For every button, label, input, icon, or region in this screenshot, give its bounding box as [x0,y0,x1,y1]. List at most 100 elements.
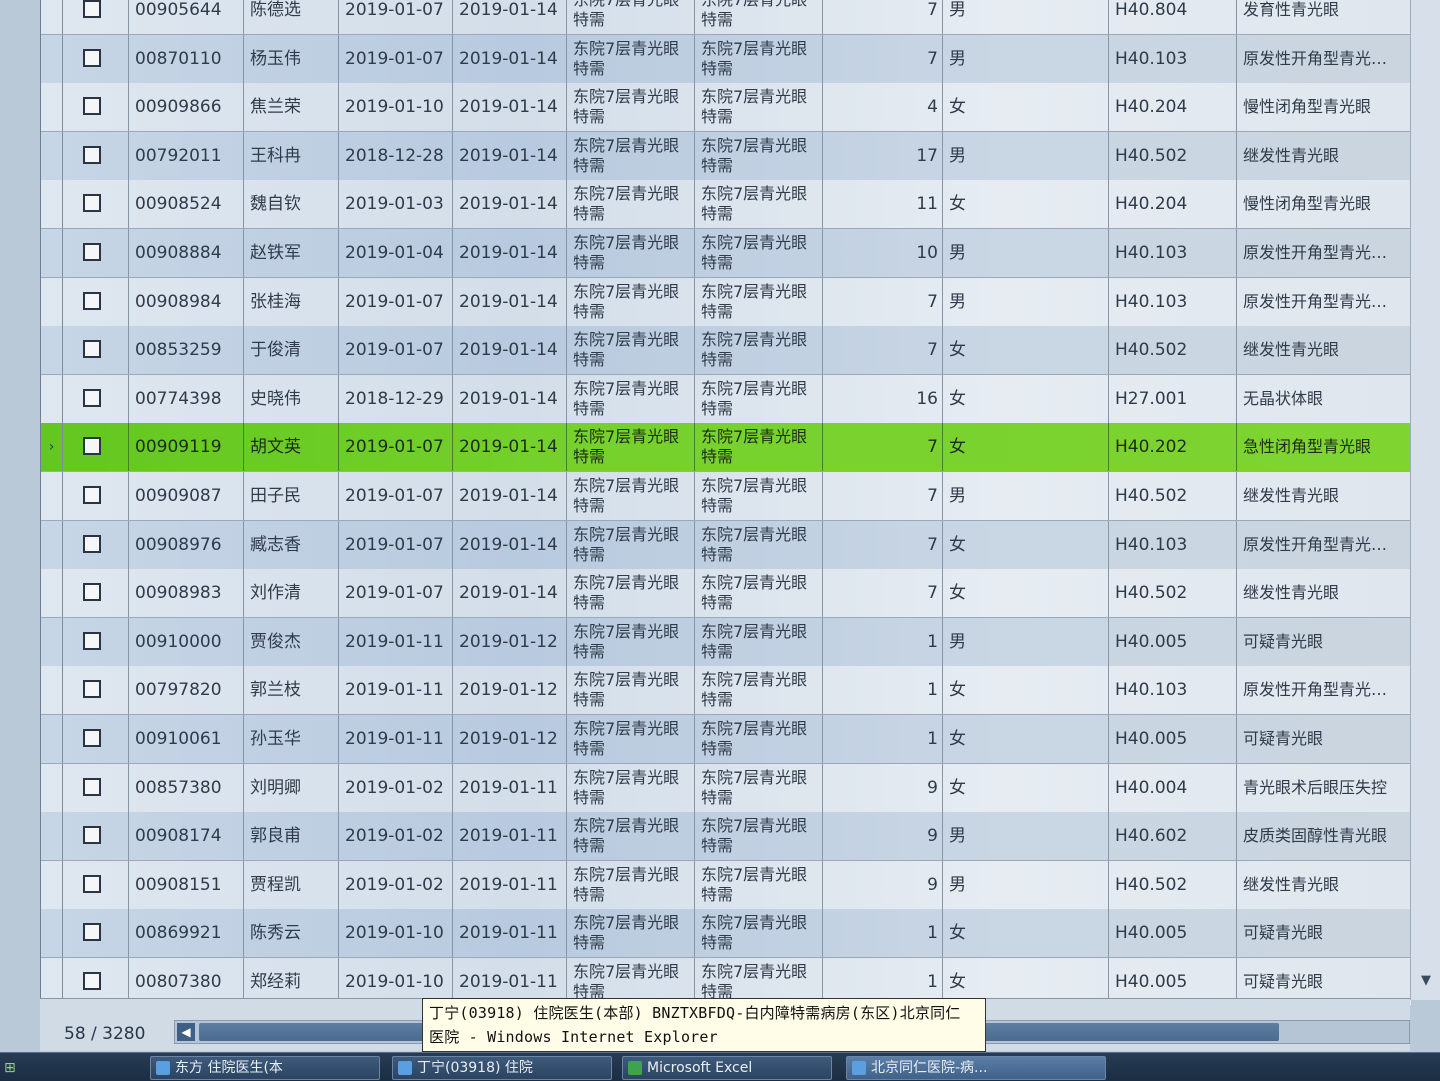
row-checkbox[interactable] [83,340,101,359]
row-selector[interactable] [41,520,63,569]
ward-admit-cell: 东院7层青光眼特需 [567,229,695,277]
table-row[interactable]: 00774398 史晓伟 2018-12-29 2019-01-14 东院7层青光眼 特需… [41,374,1411,424]
table-row[interactable]: 00853259 于俊清 2019-01-07 2019-01-14 东院7层青光眼 特需… [41,326,1411,376]
discharge-date-cell: 2019-01-12 [453,715,567,763]
admit-date-cell: 2019-01-07 [339,34,453,83]
row-checkbox[interactable] [83,680,101,699]
table-row[interactable]: 00908174 郭良甫 2019-01-02 2019-01-11 东院7层青光眼 特需… [41,812,1411,862]
table-row[interactable]: 00908151 贾程凯 2019-01-02 2019-01-11 东院7层青光眼 特需… [41,860,1411,910]
sex-cell: 女 [943,520,1109,569]
start-button[interactable]: ⊞ [4,1056,94,1080]
discharge-date-cell: 2019-01-14 [453,569,567,618]
row-selector[interactable] [41,763,63,812]
stay-days-cell: 9 [823,812,943,861]
taskbar-item-1[interactable]: 丁宁(03918) 住院 [392,1056,612,1080]
ward-admit-cell: 东院7层青光眼特需 [567,423,695,472]
row-selector[interactable] [41,569,63,618]
row-checkbox[interactable] [83,0,101,18]
taskbar-item-0[interactable]: 东方 住院医生(本 [150,1056,380,1080]
diagnosis-code-cell: H40.004 [1109,763,1237,812]
row-checkbox[interactable] [83,48,101,67]
table-row[interactable]: 00909866 焦兰荣 2019-01-10 2019-01-14 东院7层青光眼 特需… [41,83,1411,133]
row-checkbox[interactable] [83,97,101,116]
row-checkbox[interactable] [83,388,101,407]
row-selector[interactable] [41,326,63,375]
table-row[interactable]: 00905644陈德选2019-01-072019-01-14东院7层青光眼特需… [41,0,1411,35]
table-row[interactable]: 00908976 臧志香 2019-01-07 2019-01-14 东院7层青光眼 特需… [41,520,1411,570]
row-checkbox[interactable] [83,486,101,504]
row-selector[interactable] [41,909,63,958]
stay-days-cell: 7 [823,326,943,375]
stay-days-cell: 7 [823,569,943,618]
ward-discharge-cell: 东院7层青光眼特需 [695,423,823,472]
ward-discharge-cell: 东院7层青光眼特需 [695,569,823,618]
row-checkbox[interactable] [83,923,101,942]
ward-discharge-cell: 东院7层青光眼特需 [695,34,823,83]
table-row[interactable]: 00908524 魏自钦 2019-01-03 2019-01-14 东院7层青光眼 特需… [41,180,1411,230]
table-row[interactable]: 00797820 郭兰枝 2019-01-11 2019-01-12 东院7层青光眼 特需… [41,666,1411,716]
row-selector[interactable]: › [41,423,63,472]
taskbar-item-3[interactable]: 北京同仁医院-病... [846,1056,1106,1080]
table-row[interactable]: 00908884 赵铁军 2019-01-04 2019-01-14 东院7层青光眼 特需… [41,229,1411,278]
ward-admit-cell: 东院7层青光眼特需 [567,666,695,715]
row-selector[interactable] [41,666,63,715]
row-checkbox[interactable] [83,243,101,261]
sex-cell: 男 [943,0,1109,34]
row-selector[interactable] [41,229,63,277]
patient-id-cell: 00910061 [129,715,244,763]
vertical-scrollbar[interactable]: ▼ [1410,0,1440,1000]
row-checkbox[interactable] [83,145,101,164]
checkbox-cell [63,277,129,326]
table-row[interactable]: › 00909119 胡文英 2019-01-07 2019-01-14 东院7层青光眼特… [41,423,1411,473]
row-checkbox[interactable] [83,777,101,796]
checkbox-cell [63,180,129,229]
table-row[interactable]: 00910061 孙玉华 2019-01-11 2019-01-12 东院7层青光眼 特需… [41,715,1411,764]
row-selector[interactable] [41,0,63,34]
table-row[interactable]: 00869921 陈秀云 2019-01-10 2019-01-11 东院7层青光眼 特需… [41,909,1411,959]
admit-date-cell: 2019-01-07 [339,472,453,520]
ward-admit-cell: 东院7层青光眼特需 [567,569,695,618]
row-selector[interactable] [41,277,63,326]
row-selector[interactable] [41,617,63,666]
row-checkbox[interactable] [83,972,101,990]
row-selector[interactable] [41,860,63,909]
row-checkbox[interactable] [83,194,101,213]
patient-name-cell: 陈秀云 [244,909,339,958]
row-checkbox[interactable] [83,826,101,845]
row-selector[interactable] [41,472,63,520]
row-checkbox[interactable] [83,631,101,650]
row-selector[interactable] [41,83,63,132]
table-row[interactable]: 00857380 刘明卿 2019-01-02 2019-01-11 东院7层青光眼 特需… [41,763,1411,813]
checkbox-cell [63,763,129,812]
row-selector[interactable] [41,715,63,763]
row-selector[interactable] [41,812,63,861]
ward-discharge-cell: 东院7层青光眼特需 [695,180,823,229]
diagnosis-name-cell: 青光眼术后眼压失控 [1243,777,1388,797]
checkbox-cell [63,617,129,666]
patient-id-cell: 00909866 [129,83,244,132]
table-row[interactable]: 00909087 田子民 2019-01-07 2019-01-14 东院7层青光眼 特需… [41,472,1411,521]
row-selector[interactable] [41,180,63,229]
stay-days-cell: 7 [823,472,943,520]
stay-days-cell: 7 [823,520,943,569]
table-row[interactable]: 00792011 王科冉 2018-12-28 2019-01-14 东院7层青光眼 特需… [41,131,1411,181]
row-selector[interactable] [41,374,63,423]
table-row[interactable]: 00908983 刘作清 2019-01-07 2019-01-14 东院7层青光眼 特需… [41,569,1411,619]
row-checkbox[interactable] [83,291,101,310]
diagnosis-code-cell: H40.502 [1109,131,1237,180]
row-checkbox[interactable] [83,583,101,602]
row-checkbox[interactable] [83,437,101,456]
diagnosis-code-cell: H40.204 [1109,83,1237,132]
row-selector[interactable] [41,131,63,180]
row-checkbox[interactable] [83,729,101,747]
taskbar-item-2[interactable]: Microsoft Excel [622,1056,832,1080]
row-checkbox[interactable] [83,534,101,553]
table-row[interactable]: 00870110 杨玉伟 2019-01-07 2019-01-14 东院7层青光眼 特需… [41,34,1411,84]
table-row[interactable]: 00908984 张桂海 2019-01-07 2019-01-14 东院7层青光眼 特需… [41,277,1411,327]
scroll-down-icon[interactable]: ▼ [1417,972,1435,990]
table-row[interactable]: 00910000 贾俊杰 2019-01-11 2019-01-12 东院7层青光眼 特需… [41,617,1411,667]
row-checkbox[interactable] [83,874,101,893]
row-selector[interactable] [41,34,63,83]
scroll-left-icon[interactable]: ◀ [177,1023,195,1041]
sex-cell: 女 [943,569,1109,618]
